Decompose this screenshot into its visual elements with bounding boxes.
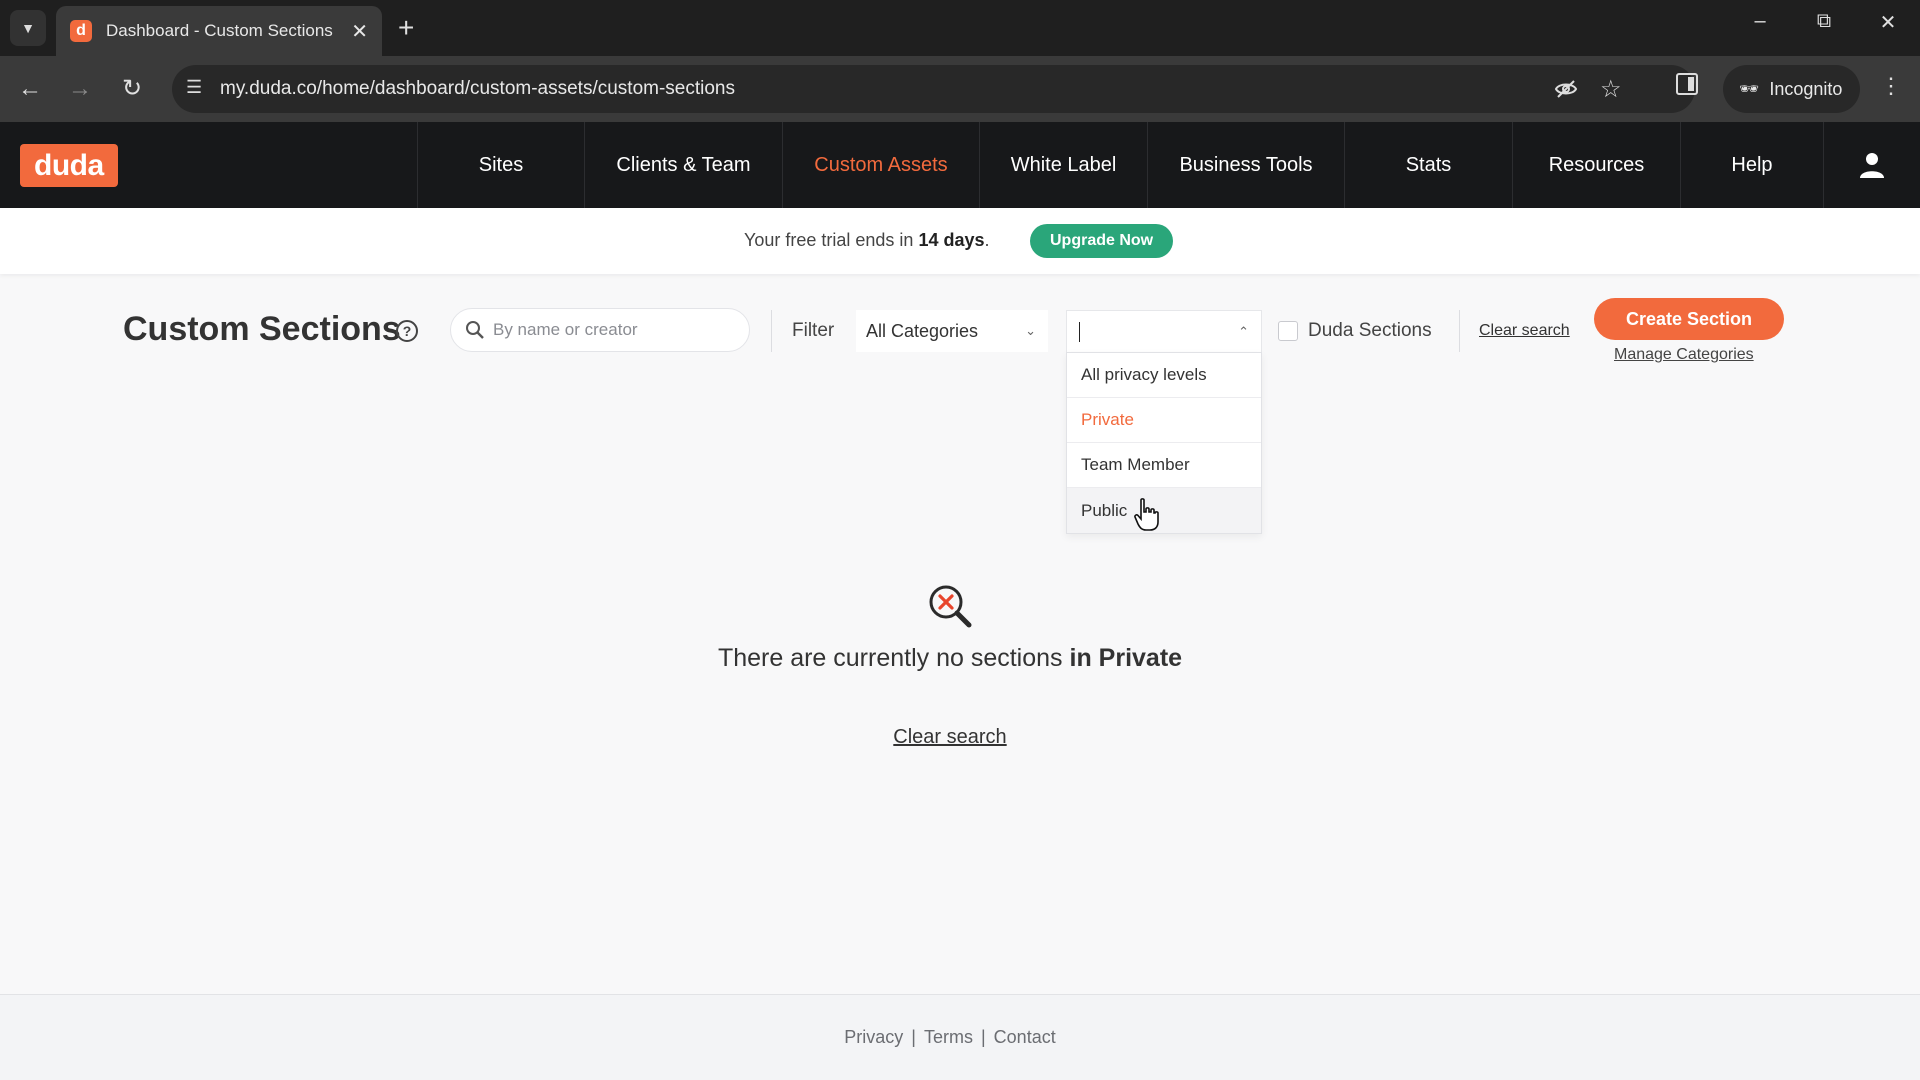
privacy-dropdown: All privacy levels Private Team Member P… — [1066, 352, 1262, 534]
privacy-option-team-member[interactable]: Team Member — [1067, 443, 1261, 488]
trial-text-suffix: . — [984, 230, 990, 250]
footer: Privacy | Terms | Contact — [0, 994, 1920, 1080]
manage-categories-link[interactable]: Manage Categories — [1614, 346, 1754, 364]
main-nav: Sites Clients & Team Custom Assets White… — [417, 122, 1823, 208]
nav-help[interactable]: Help — [1680, 122, 1823, 208]
clear-search-button[interactable]: Clear search — [893, 726, 1006, 748]
bookmark-star-icon[interactable]: ☆ — [1600, 75, 1622, 104]
footer-terms-link[interactable]: Terms — [924, 1027, 973, 1047]
browser-menu-icon[interactable]: ⋮ — [1880, 73, 1902, 99]
duda-favicon-icon: d — [70, 20, 92, 42]
incognito-icon: 🕶 — [1739, 81, 1760, 98]
eye-off-icon[interactable] — [1554, 77, 1578, 107]
category-select-value: All Categories — [866, 320, 979, 341]
empty-message-filter: in Private — [1069, 644, 1183, 672]
trial-message: Your free trial ends in 14 days. — [744, 230, 990, 251]
restore-icon[interactable]: ⧉ — [1804, 10, 1844, 33]
category-select[interactable]: All Categories ⌄ — [856, 310, 1048, 352]
no-results-search-icon — [929, 585, 972, 628]
empty-state-clear: Clear search — [0, 726, 1900, 749]
trial-days: 14 days — [918, 230, 985, 250]
privacy-option-private[interactable]: Private — [1067, 398, 1261, 443]
nav-business-tools[interactable]: Business Tools — [1147, 122, 1344, 208]
minimize-icon[interactable]: – — [1740, 10, 1780, 33]
tab-search-button[interactable]: ▼ — [10, 10, 46, 46]
nav-resources[interactable]: Resources — [1512, 122, 1680, 208]
privacy-option-public[interactable]: Public — [1067, 488, 1261, 533]
footer-contact-link[interactable]: Contact — [994, 1027, 1056, 1047]
privacy-option-all[interactable]: All privacy levels — [1067, 353, 1261, 398]
app-header: duda Sites Clients & Team Custom Assets … — [0, 122, 1920, 208]
search-icon — [466, 321, 484, 339]
nav-sites[interactable]: Sites — [417, 122, 584, 208]
trial-text-prefix: Your free trial ends in — [744, 230, 919, 250]
duda-logo[interactable]: duda — [20, 144, 118, 187]
nav-custom-assets[interactable]: Custom Assets — [782, 122, 979, 208]
tab-title: Dashboard - Custom Sections | — [106, 21, 336, 40]
footer-separator: | — [911, 1027, 916, 1047]
nav-white-label[interactable]: White Label — [979, 122, 1147, 208]
new-tab-icon[interactable]: + — [398, 12, 414, 44]
forward-icon[interactable]: → — [64, 73, 96, 105]
incognito-label: Incognito — [1769, 78, 1843, 99]
clear-search-link[interactable]: Clear search — [1479, 322, 1570, 340]
chevron-up-icon: ⌃ — [1238, 323, 1249, 339]
divider — [1459, 310, 1460, 352]
reload-icon[interactable]: ↻ — [116, 73, 148, 105]
browser-toolbar: ← → ↻ ☰ my.duda.co/home/dashboard/custom… — [0, 56, 1920, 122]
duda-sections-checkbox[interactable] — [1278, 321, 1298, 341]
tab-close-icon[interactable]: ✕ — [351, 19, 368, 44]
back-icon[interactable]: ← — [14, 73, 46, 105]
search-input[interactable] — [493, 309, 733, 351]
help-icon[interactable]: ? — [396, 320, 418, 342]
page-title: Custom Sections — [123, 310, 401, 348]
trial-banner: Your free trial ends in 14 days. Upgrade… — [0, 208, 1920, 274]
nav-clients-team[interactable]: Clients & Team — [584, 122, 782, 208]
side-panel-icon[interactable] — [1676, 73, 1698, 95]
browser-tabstrip: ▼ d Dashboard - Custom Sections | ✕ + – … — [0, 0, 1920, 56]
url-text: my.duda.co/home/dashboard/custom-assets/… — [220, 78, 735, 99]
chevron-down-icon: ⌄ — [1025, 323, 1036, 338]
hand-pointer-icon — [1134, 498, 1159, 531]
address-bar[interactable]: ☰ my.duda.co/home/dashboard/custom-asset… — [172, 65, 1695, 113]
empty-state-message: There are currently no sections in Priva… — [0, 644, 1900, 673]
footer-links: Privacy | Terms | Contact — [0, 1027, 1900, 1048]
site-info-icon[interactable]: ☰ — [186, 77, 202, 98]
create-section-button[interactable]: Create Section — [1594, 298, 1784, 340]
nav-stats[interactable]: Stats — [1344, 122, 1512, 208]
browser-tab[interactable]: d Dashboard - Custom Sections | ✕ — [56, 6, 382, 56]
incognito-indicator[interactable]: 🕶 Incognito — [1723, 65, 1861, 113]
window-close-icon[interactable]: ✕ — [1868, 10, 1908, 35]
text-cursor — [1079, 321, 1080, 342]
empty-message-prefix: There are currently no sections — [717, 644, 1070, 672]
privacy-select[interactable]: ⌃ — [1066, 310, 1262, 352]
search-box[interactable] — [450, 308, 750, 352]
user-account-icon[interactable] — [1823, 122, 1920, 208]
divider — [771, 310, 772, 352]
chevron-down-icon: ▼ — [21, 20, 35, 36]
upgrade-now-button[interactable]: Upgrade Now — [1030, 224, 1174, 258]
footer-separator: | — [980, 1027, 986, 1047]
filter-label: Filter — [792, 320, 835, 341]
duda-sections-label[interactable]: Duda Sections — [1308, 320, 1432, 342]
footer-privacy-link[interactable]: Privacy — [844, 1027, 903, 1047]
